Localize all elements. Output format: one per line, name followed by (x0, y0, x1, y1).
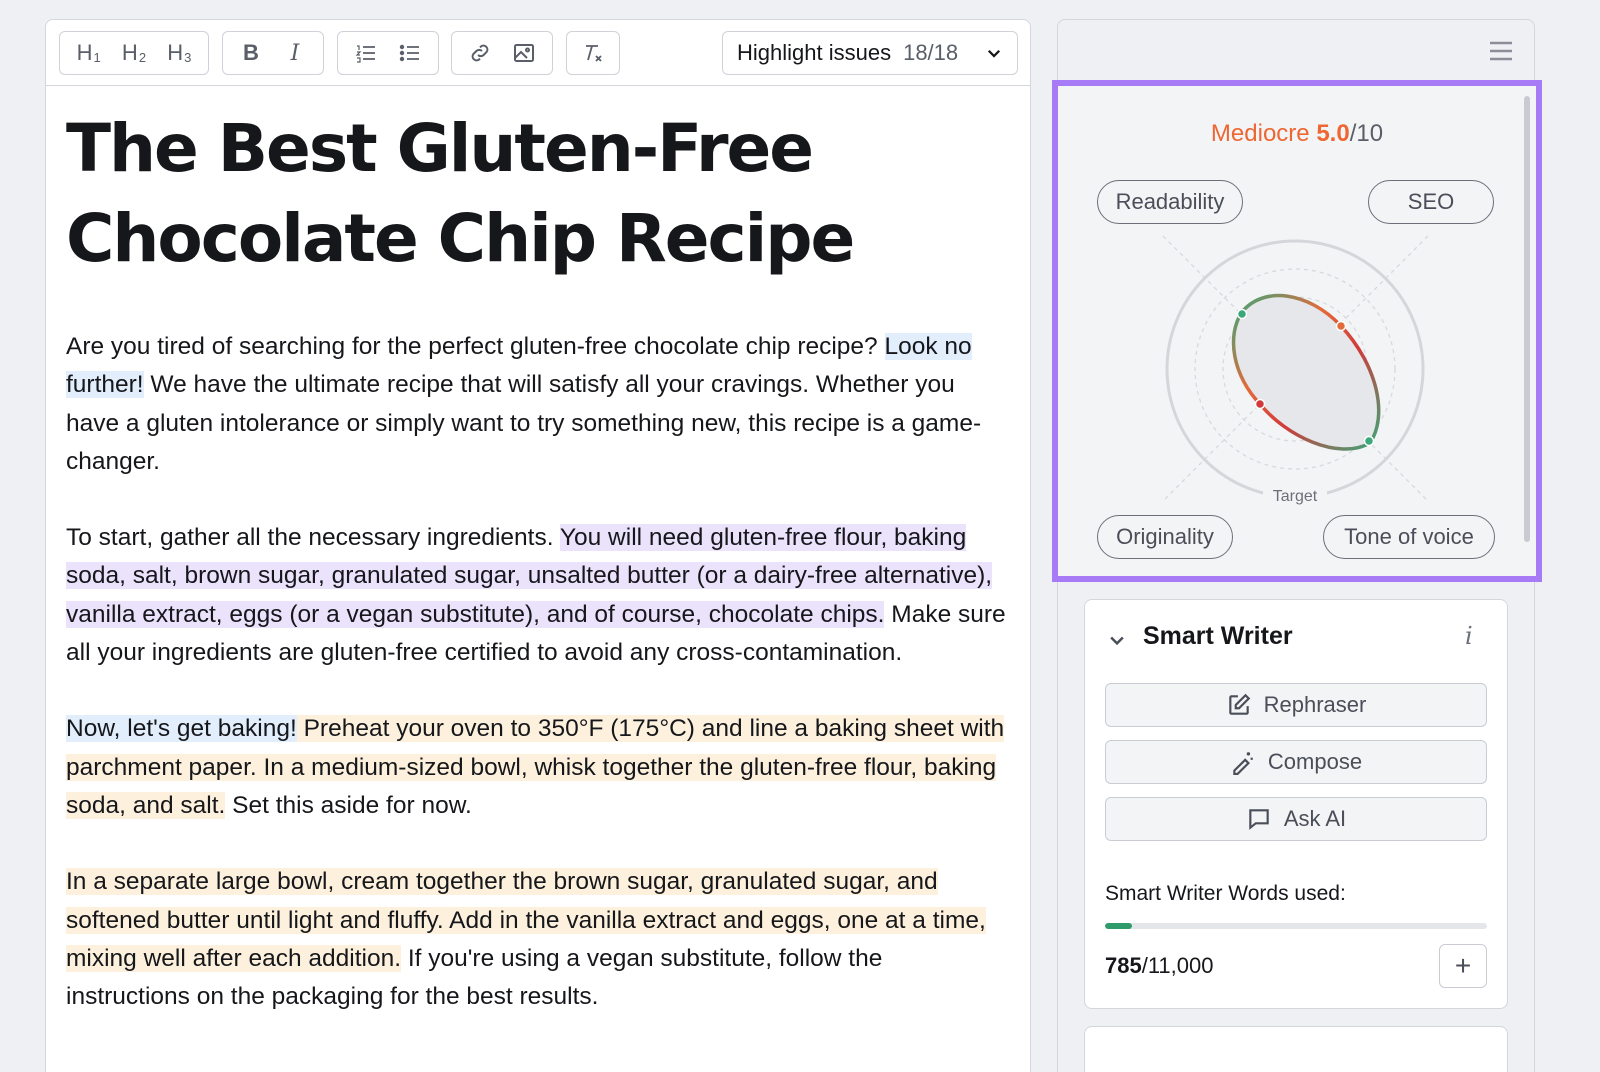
rephraser-button[interactable]: Rephraser (1105, 683, 1487, 727)
ask-ai-button[interactable]: Ask AI (1105, 797, 1487, 841)
text-segment: We have the ultimate recipe that will sa… (66, 371, 982, 475)
score-max: /10 (1349, 120, 1384, 147)
bullet-list-icon (399, 44, 419, 62)
text-segment: Set this aside for now. (225, 791, 472, 819)
scrollbar[interactable] (1524, 96, 1530, 542)
compose-button[interactable]: Compose (1105, 740, 1487, 784)
list-group (337, 31, 439, 75)
document-body[interactable]: The Best Gluten-Free Chocolate Chip Reci… (46, 86, 1030, 1016)
format-group: B I (222, 31, 324, 75)
rephraser-label: Rephraser (1263, 692, 1367, 717)
menu-icon[interactable] (1488, 38, 1514, 64)
clear-format-icon (586, 45, 602, 62)
smart-writer-title: Smart Writer (1143, 622, 1293, 650)
words-progress-fill (1105, 923, 1133, 929)
score-title: Mediocre 5.0/10 (1058, 120, 1536, 148)
score-value: 5.0 (1316, 120, 1350, 147)
readability-button[interactable]: Readability (1097, 180, 1243, 224)
info-icon[interactable]: i (1465, 622, 1473, 650)
tone-point (1363, 435, 1375, 447)
target-label: Target (1273, 488, 1318, 505)
chat-icon (1249, 809, 1269, 830)
add-words-button[interactable]: + (1439, 944, 1487, 988)
h3-sub: 3 (184, 49, 192, 65)
words-progress-bar (1105, 923, 1487, 929)
seo-point (1335, 320, 1347, 332)
h2-sub: 2 (138, 49, 147, 65)
magic-pen-icon (1233, 752, 1253, 775)
ordered-list-icon (355, 45, 375, 63)
text-segment: Are you tired of searching for the perfe… (66, 333, 885, 360)
h1-sub: 1 (93, 49, 101, 65)
h2-button[interactable]: H2 (111, 33, 156, 73)
readability-point (1236, 308, 1248, 320)
paragraph-4[interactable]: In a separate large bowl, cream together… (66, 863, 1010, 1016)
words-used-label: Smart Writer Words used: (1105, 882, 1346, 905)
image-button[interactable] (502, 33, 546, 73)
edit-icon (1228, 693, 1250, 715)
next-card (1084, 1026, 1508, 1072)
heading-group: H1 H2 H3 (59, 31, 209, 75)
h3-label: H (167, 40, 184, 65)
words-count: 785/11,000 (1105, 953, 1214, 979)
chevron-down-icon (987, 49, 1001, 58)
content-score-panel: Target Mediocre 5.0/10 Readability SEO O… (1052, 80, 1542, 582)
link-button[interactable] (458, 33, 502, 73)
highlight-issues-dropdown[interactable]: Highlight issues 18/18 (722, 31, 1018, 75)
document-title[interactable]: The Best Gluten-Free Chocolate Chip Reci… (66, 104, 1010, 284)
highlight-count: 18/18 (903, 40, 959, 65)
h1-label: H (76, 40, 93, 65)
words-used: 785 (1105, 953, 1142, 978)
bold-button[interactable]: B (229, 33, 273, 73)
h2-label: H (121, 40, 138, 65)
compose-label: Compose (1267, 749, 1363, 774)
link-icon (471, 44, 489, 62)
originality-point (1254, 398, 1266, 410)
text-segment: To start, gather all the necessary ingre… (66, 524, 560, 552)
editor-panel: H1 H2 H3 B I Highlight issues 18/18 The … (45, 19, 1031, 1072)
ordered-list-button[interactable] (344, 33, 388, 73)
editor-toolbar: H1 H2 H3 B I Highlight issues 18/18 (46, 20, 1030, 86)
h1-button[interactable]: H1 (66, 33, 111, 73)
h3-button[interactable]: H3 (157, 33, 202, 73)
media-group (451, 31, 553, 75)
highlighted-issue-tone[interactable]: Now, let's get baking! (66, 715, 297, 743)
italic-button[interactable]: I (273, 33, 317, 73)
tone-of-voice-button[interactable]: Tone of voice (1323, 515, 1495, 559)
originality-button[interactable]: Originality (1097, 515, 1233, 559)
highlight-label: Highlight issues (737, 40, 892, 65)
paragraph-2[interactable]: To start, gather all the necessary ingre… (66, 519, 1010, 672)
score-label: Mediocre (1210, 120, 1310, 147)
clear-group (566, 31, 620, 75)
seo-button[interactable]: SEO (1368, 180, 1494, 224)
words-total: /11,000 (1141, 953, 1214, 978)
clear-format-button[interactable] (573, 33, 613, 73)
ask-ai-label: Ask AI (1283, 806, 1347, 831)
radar-chart: Target (1162, 235, 1429, 507)
chevron-down-icon[interactable] (1107, 630, 1127, 650)
score-shape (1231, 293, 1381, 451)
paragraph-1[interactable]: Are you tired of searching for the perfe… (66, 328, 1010, 481)
paragraph-3[interactable]: Now, let's get baking! Preheat your oven… (66, 710, 1010, 825)
bullet-list-button[interactable] (388, 33, 432, 73)
smart-writer-card: Smart Writer i Rephraser Compose Ask AI … (1084, 599, 1508, 1009)
image-icon (514, 44, 534, 62)
